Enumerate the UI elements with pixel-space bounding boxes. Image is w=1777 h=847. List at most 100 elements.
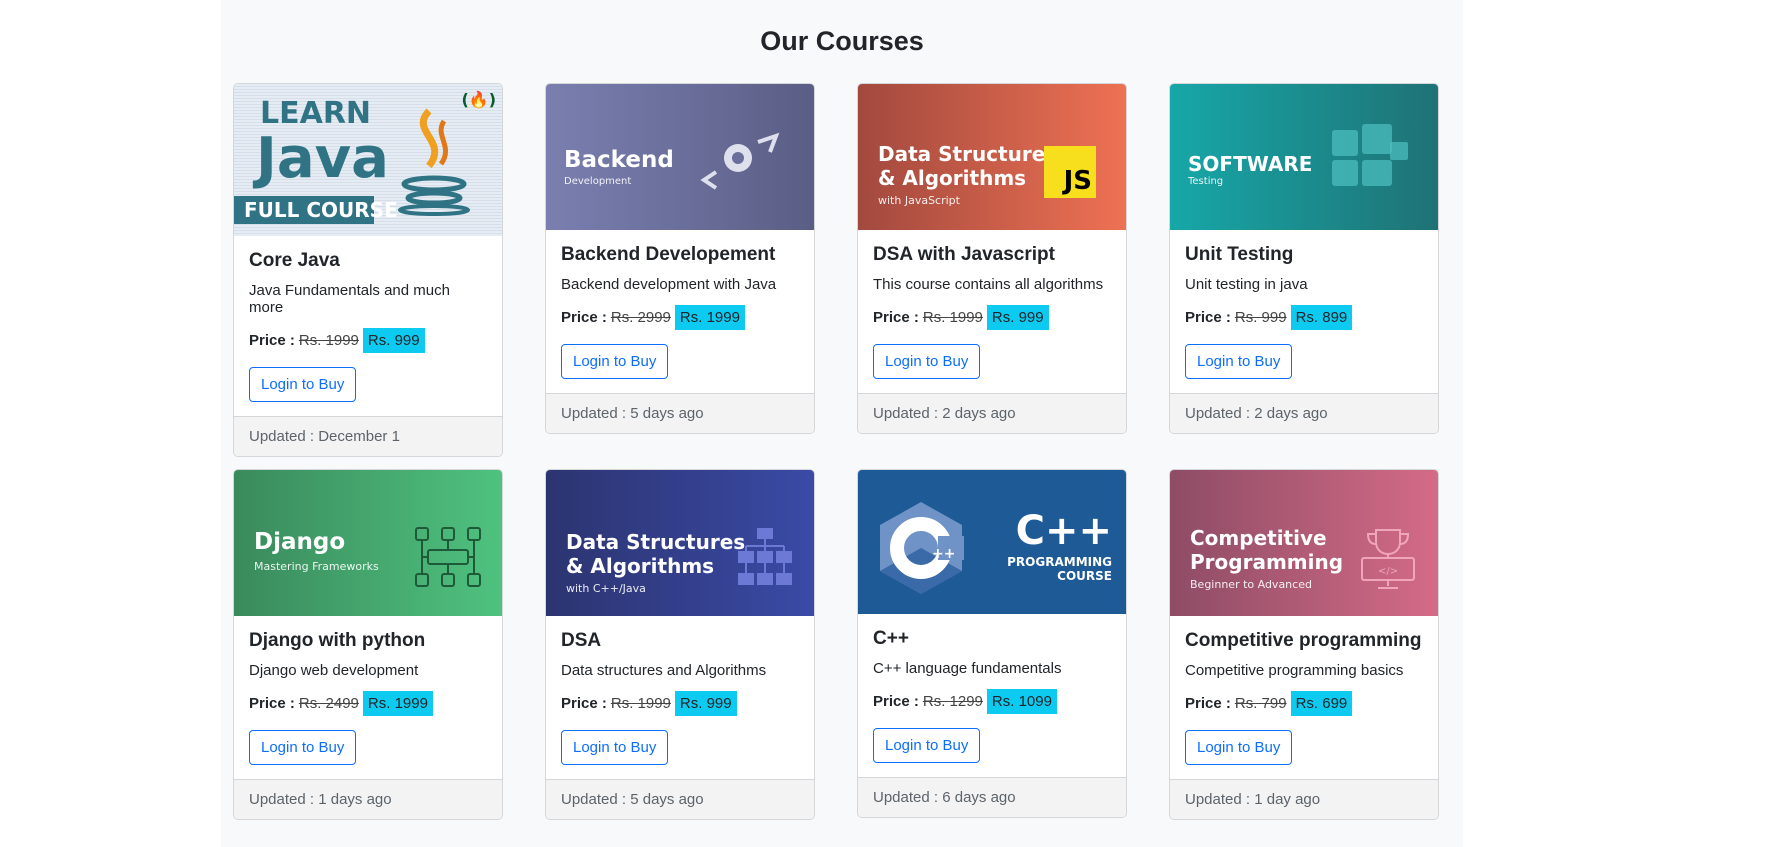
new-price: Rs. 899 xyxy=(1290,304,1353,330)
course-description: Competitive programming basics xyxy=(1185,662,1404,679)
course-banner-testing: SOFTWARE Testing xyxy=(1170,84,1438,230)
card-body: Backend Developement Backend development… xyxy=(546,230,814,393)
banner-line1: SOFTWARE xyxy=(1188,152,1313,176)
new-price: Rs. 1099 xyxy=(986,688,1057,714)
course-description: Unit testing in java xyxy=(1185,276,1308,293)
card-footer-updated: Updated : 2 days ago xyxy=(1170,393,1438,433)
price-label: Price : xyxy=(1185,308,1231,326)
old-price: Rs. 1999 xyxy=(922,308,983,326)
old-price: Rs. 2499 xyxy=(298,694,359,712)
course-card-core-java: LEARN Java FULL COURSE (🔥) Core Java Jav… xyxy=(233,83,503,457)
course-banner-java: LEARN Java FULL COURSE (🔥) xyxy=(234,84,502,236)
old-price: Rs. 1299 xyxy=(922,692,983,710)
banner-line2: with JavaScript xyxy=(878,194,960,207)
price-row: Price : Rs. 999 Rs. 899 xyxy=(1185,303,1423,331)
login-to-buy-button[interactable]: Login to Buy xyxy=(873,344,981,379)
course-banner-dsa: Data Structures & Algorithms with C++/Ja… xyxy=(546,470,814,616)
price-row: Price : Rs. 1999 Rs. 999 xyxy=(561,689,799,717)
login-to-buy-button[interactable]: Login to Buy xyxy=(1185,344,1293,379)
course-description: Backend development with Java xyxy=(561,276,777,293)
banner-line1: LEARN xyxy=(260,96,372,131)
banner-line1: Data Structures xyxy=(566,530,746,554)
login-to-buy-button[interactable]: Login to Buy xyxy=(1185,730,1293,765)
card-body: DSA with Javascript This course contains… xyxy=(858,230,1126,393)
banner-line1: Django xyxy=(254,529,346,555)
cpp-hexagon-logo-icon: ++ xyxy=(880,502,964,594)
course-card-dsa: Data Structures & Algorithms with C++/Ja… xyxy=(545,469,815,820)
svg-text:</>: </> xyxy=(1378,566,1398,577)
price-row: Price : Rs. 1299 Rs. 1099 xyxy=(873,687,1111,715)
price-label: Price : xyxy=(873,308,919,326)
price-label: Price : xyxy=(249,694,295,712)
old-price: Rs. 999 xyxy=(1234,308,1287,326)
login-to-buy-button[interactable]: Login to Buy xyxy=(249,730,357,765)
course-card-competitive: Competitive Programming Beginner to Adva… xyxy=(1169,469,1439,820)
course-banner-django: Django Mastering Frameworks xyxy=(234,470,502,616)
card-footer-updated: Updated : 1 day ago xyxy=(1170,779,1438,819)
price-row: Price : Rs. 2999 Rs. 1999 xyxy=(561,303,799,331)
price-row: Price : Rs. 799 Rs. 699 xyxy=(1185,689,1423,717)
courses-section: Our Courses LEARN Java FULL COURSE (🔥) C… xyxy=(221,0,1463,847)
banner-line1b: & Algorithms xyxy=(566,554,715,578)
login-to-buy-button[interactable]: Login to Buy xyxy=(249,367,357,402)
testing-tools-icon xyxy=(1332,124,1408,186)
course-title: DSA with Javascript xyxy=(873,244,1055,265)
course-title: DSA xyxy=(561,630,602,651)
js-badge-icon: JS xyxy=(1044,146,1096,198)
tree-structure-icon xyxy=(738,528,792,585)
fire-logo-icon: (🔥) xyxy=(461,90,496,109)
card-body: Core Java Java Fundamentals and much mor… xyxy=(234,236,502,416)
course-description: This course contains all algorithms xyxy=(873,276,1104,293)
banner-line1: C++ xyxy=(1015,508,1112,554)
course-banner-cpp: ++ C++ PROGRAMMING COURSE xyxy=(858,470,1126,614)
new-price: Rs. 1999 xyxy=(674,304,745,330)
svg-text:++: ++ xyxy=(932,546,955,562)
course-card-dsa-javascript: Data Structures & Algorithms with JavaSc… xyxy=(857,83,1127,434)
course-description: Java Fundamentals and much more xyxy=(249,282,450,316)
card-footer-updated: Updated : 6 days ago xyxy=(858,777,1126,817)
price-row: Price : Rs. 1999 Rs. 999 xyxy=(249,326,487,354)
card-body: Unit Testing Unit testing in java Price … xyxy=(1170,230,1438,393)
card-body: Competitive programming Competitive prog… xyxy=(1170,616,1438,779)
old-price: Rs. 1999 xyxy=(298,331,359,349)
price-label: Price : xyxy=(561,694,607,712)
course-banner-backend: Backend Development xyxy=(546,84,814,230)
price-row: Price : Rs. 1999 Rs. 999 xyxy=(873,303,1111,331)
page-title: Our Courses xyxy=(760,26,924,56)
course-banner-dsa-js: Data Structures & Algorithms with JavaSc… xyxy=(858,84,1126,230)
card-footer-updated: Updated : 5 days ago xyxy=(546,779,814,819)
banner-line1: Backend xyxy=(564,147,674,173)
course-title: Competitive programming xyxy=(1185,630,1422,651)
course-card-backend: Backend Development Backend Developement… xyxy=(545,83,815,434)
course-card-django: Django Mastering Frameworks Django with … xyxy=(233,469,503,820)
price-label: Price : xyxy=(1185,694,1231,712)
new-price: Rs. 999 xyxy=(986,304,1049,330)
course-banner-competitive: Competitive Programming Beginner to Adva… xyxy=(1170,470,1438,616)
new-price: Rs. 699 xyxy=(1290,690,1353,716)
banner-line2: Java xyxy=(256,126,389,191)
coffee-cup-icon xyxy=(398,108,470,216)
new-price: Rs. 999 xyxy=(674,690,737,716)
course-description: Data structures and Algorithms xyxy=(561,662,767,679)
banner-line1b: & Algorithms xyxy=(878,166,1027,190)
price-label: Price : xyxy=(873,692,919,710)
price-label: Price : xyxy=(249,331,295,349)
card-body: C++ C++ language fundamentals Price : Rs… xyxy=(858,614,1126,777)
banner-line1: Data Structures xyxy=(878,142,1058,166)
price-row: Price : Rs. 2499 Rs. 1999 xyxy=(249,689,487,717)
banner-line2: Mastering Frameworks xyxy=(254,560,379,573)
banner-line2: Beginner to Advanced xyxy=(1190,578,1312,591)
card-footer-updated: Updated : 1 days ago xyxy=(234,779,502,819)
banner-line2: Development xyxy=(564,176,632,187)
banner-line1: Competitive xyxy=(1190,526,1327,550)
login-to-buy-button[interactable]: Login to Buy xyxy=(561,344,669,379)
banner-line2: with C++/Java xyxy=(566,582,646,595)
gear-icon xyxy=(700,132,780,190)
old-price: Rs. 2999 xyxy=(610,308,671,326)
course-description: Django web development xyxy=(249,662,419,679)
login-to-buy-button[interactable]: Login to Buy xyxy=(873,728,981,763)
old-price: Rs. 1999 xyxy=(610,694,671,712)
login-to-buy-button[interactable]: Login to Buy xyxy=(561,730,669,765)
course-card-unit-testing: SOFTWARE Testing Unit Testing Unit testi… xyxy=(1169,83,1439,434)
banner-line3: COURSE xyxy=(1057,569,1112,583)
